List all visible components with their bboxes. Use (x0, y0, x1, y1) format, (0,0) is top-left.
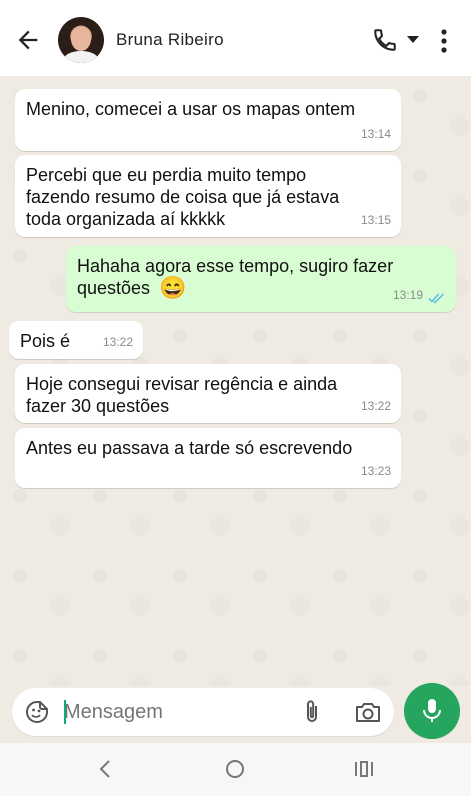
message-time: 13:15 (360, 213, 391, 227)
message-bubble[interactable]: Hoje consegui revisar regência e ainda f… (15, 364, 401, 423)
mic-icon (423, 699, 441, 722)
attach-clip-icon[interactable] (301, 699, 323, 725)
read-ticks-icon (428, 293, 445, 304)
smile-emoji: 😄 (159, 275, 187, 300)
message-input[interactable] (64, 699, 264, 725)
message-bubble[interactable]: Menino, comecei a usar os mapas ontem 13… (15, 89, 401, 151)
sticker-emoji-icon[interactable] (24, 699, 50, 725)
avatar[interactable] (58, 17, 104, 63)
message-text: Hoje consegui revisar regência e ainda f… (26, 374, 338, 416)
message-bubble[interactable]: Percebi que eu perdia muito tempo fazend… (15, 155, 401, 237)
message-time: 13:22 (360, 399, 391, 413)
message-time: 13:14 (360, 127, 391, 141)
back-arrow-icon[interactable] (14, 26, 42, 54)
message-text: Pois é (20, 331, 71, 351)
camera-icon[interactable] (354, 700, 382, 724)
avatar-shirt (64, 51, 98, 63)
message-text: Menino, comecei a usar os mapas ontem (26, 99, 356, 119)
message-bubble-outgoing[interactable]: Hahaha agora esse tempo, sugiro fazer qu… (66, 246, 456, 312)
message-time: 13:22 (102, 335, 133, 349)
contact-name[interactable]: Bruna Ribeiro (116, 30, 224, 50)
caret-down-icon[interactable] (407, 36, 419, 44)
nav-back-icon[interactable] (98, 759, 112, 779)
message-bubble[interactable]: Pois é 13:22 (9, 321, 143, 359)
mic-button[interactable] (404, 683, 460, 739)
call-icon[interactable] (372, 27, 398, 53)
avatar-face (71, 27, 91, 51)
message-text: Hahaha agora esse tempo, sugiro fazer qu… (77, 256, 394, 298)
nav-home-icon[interactable] (225, 759, 245, 779)
message-time: 13:19 (392, 288, 423, 302)
message-text: Antes eu passava a tarde só escrevendo (26, 438, 353, 458)
message-bubble[interactable]: Antes eu passava a tarde só escrevendo 1… (15, 428, 401, 488)
chat-header: Bruna Ribeiro (0, 0, 471, 76)
text-cursor (64, 700, 66, 724)
message-text: Percebi que eu perdia muito tempo fazend… (26, 165, 340, 229)
more-vert-icon[interactable] (440, 28, 448, 54)
nav-recent-apps-icon[interactable] (354, 760, 374, 778)
message-time: 13:23 (360, 464, 391, 478)
